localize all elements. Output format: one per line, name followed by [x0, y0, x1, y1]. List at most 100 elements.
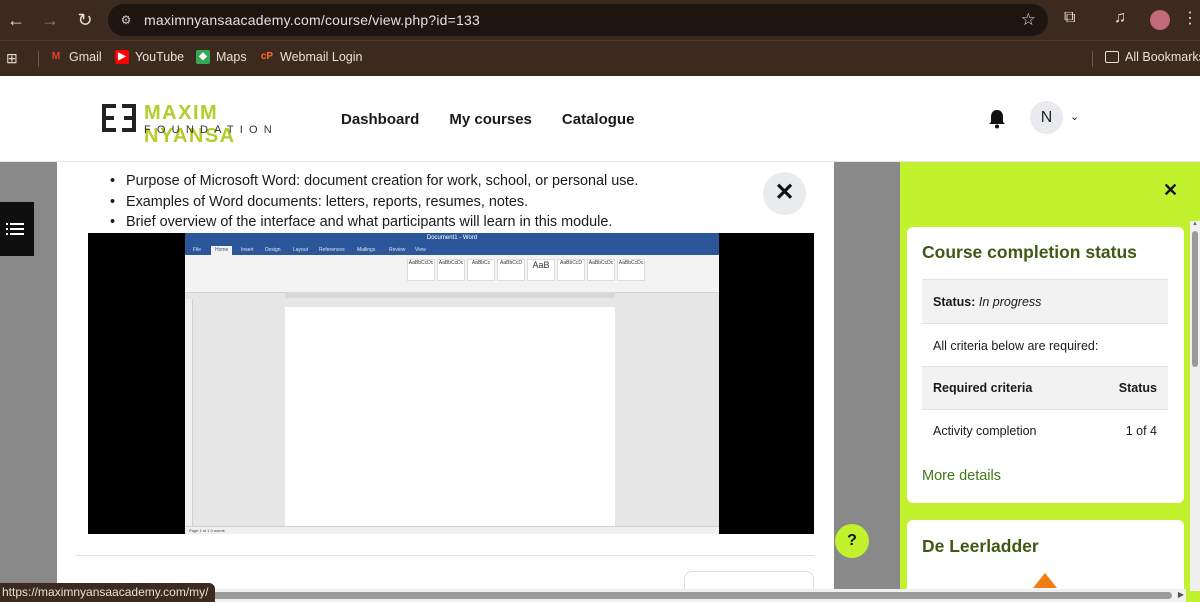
bookmark-label: Maps	[216, 50, 247, 64]
page-root: ← → ↻ ⚙ maximnyansaacademy.com/course/vi…	[0, 0, 1200, 602]
nav-catalogue[interactable]: Catalogue	[562, 111, 635, 128]
criteria-note-row: All criteria below are required:	[922, 323, 1168, 366]
word-titlebar: Document1 - Word	[185, 233, 719, 245]
youtube-icon: ▶	[115, 50, 129, 64]
bookmark-gmail[interactable]: M Gmail	[49, 50, 102, 64]
status-row: Status: In progress	[922, 279, 1168, 323]
all-bookmarks-button[interactable]: All Bookmarks	[1105, 50, 1200, 64]
chevron-down-icon[interactable]: ⌄	[1070, 110, 1079, 123]
user-avatar[interactable]: N	[1030, 101, 1063, 134]
word-style: AaBbCcDc	[437, 259, 465, 281]
word-statusbar: Page 1 of 1 0 words	[185, 526, 719, 534]
table-row: Activity completion 1 of 4	[922, 409, 1168, 452]
word-tab: Mailings	[357, 247, 376, 253]
link-status-bubble: https://maximnyansaacademy.com/my/	[0, 583, 215, 602]
media-control-icon[interactable]: ♫	[1114, 9, 1126, 27]
status-value: In progress	[978, 295, 1042, 309]
word-tab-active: Home	[211, 246, 233, 255]
bookmark-maps[interactable]: ◆ Maps	[196, 50, 247, 64]
reload-icon[interactable]: ↻	[73, 8, 97, 32]
maps-icon: ◆	[196, 50, 210, 64]
criteria-note: All criteria below are required:	[933, 339, 1099, 353]
list-item: Purpose of Microsoft Word: document crea…	[108, 171, 638, 192]
criteria-header-row: Required criteria Status	[922, 366, 1168, 409]
scroll-up-icon[interactable]: ▲	[1192, 221, 1198, 227]
profile-avatar[interactable]	[1150, 10, 1170, 30]
word-style: AaBbCcDc	[587, 259, 615, 281]
word-ruler	[285, 292, 615, 298]
close-button[interactable]: ✕	[763, 172, 806, 215]
bookmark-label: Webmail Login	[280, 50, 363, 64]
word-page	[285, 307, 615, 534]
more-details-link[interactable]: More details	[922, 468, 1001, 484]
scrollbar-thumb[interactable]	[1192, 231, 1198, 367]
site-logo[interactable]: MAXIM NYANSA FOUNDATION	[102, 102, 302, 147]
word-style: AaBbCcD	[497, 259, 525, 281]
word-screenshot: Document1 - Word File Home Insert Design…	[185, 233, 719, 534]
block-title: Course completion status	[922, 242, 1137, 262]
status-label: Status:	[933, 295, 976, 309]
criteria-header: Required criteria	[933, 381, 1033, 395]
word-tab: Design	[265, 247, 281, 253]
bookmark-label: Gmail	[69, 50, 102, 64]
bookmark-youtube[interactable]: ▶ YouTube	[115, 50, 184, 64]
bookmarks-divider	[1092, 51, 1093, 67]
apps-grid-icon[interactable]: ⊞	[6, 50, 18, 67]
word-style: AaBbCcD	[557, 259, 585, 281]
word-style: AaBbCcDc	[407, 259, 435, 281]
word-tab: Review	[389, 247, 406, 253]
list-item: Examples of Word documents: letters, rep…	[108, 192, 638, 213]
word-vertical-ruler	[185, 299, 193, 528]
scrollbar-thumb[interactable]	[206, 592, 1172, 599]
word-style: AaBbCc	[467, 259, 495, 281]
cpanel-icon: cP	[260, 51, 274, 62]
back-icon[interactable]: ←	[4, 8, 28, 32]
close-drawer-icon[interactable]: ✕	[1163, 180, 1178, 201]
horizontal-scrollbar[interactable]: ▶	[204, 589, 1186, 602]
bookmark-label: YouTube	[135, 50, 185, 64]
url-text[interactable]: maximnyansaacademy.com/course/view.php?i…	[144, 12, 480, 28]
logo-subtitle: FOUNDATION	[144, 124, 278, 136]
drawer-scrollbar[interactable]: ▲	[1190, 221, 1200, 591]
course-index-toggle[interactable]	[0, 202, 34, 256]
leerladder-triangle-icon	[1033, 573, 1057, 588]
status-header: Status	[1118, 381, 1157, 395]
nav-my-courses[interactable]: My courses	[449, 111, 532, 128]
word-tab: Layout	[293, 247, 309, 253]
lesson-bullet-list: Purpose of Microsoft Word: document crea…	[108, 171, 638, 233]
word-status-text: Page 1 of 1 0 words	[189, 528, 225, 533]
logo-mark-icon	[102, 104, 140, 132]
criteria-cell: Activity completion	[933, 424, 1037, 438]
site-header: MAXIM NYANSA FOUNDATION Dashboard My cou…	[0, 77, 1200, 162]
primary-navigation: Dashboard My courses Catalogue	[341, 111, 634, 128]
word-tab: File	[193, 247, 202, 253]
folder-icon	[1105, 51, 1119, 63]
video-player[interactable]: Document1 - Word File Home Insert Design…	[88, 233, 814, 534]
notification-bell-icon[interactable]	[988, 109, 1006, 129]
site-settings-icon[interactable]: ⚙	[118, 12, 134, 28]
extensions-icon[interactable]: ⧉	[1064, 9, 1075, 27]
help-button[interactable]: ?	[835, 524, 869, 558]
bookmark-star-icon[interactable]: ☆	[1021, 10, 1036, 30]
content-divider	[76, 555, 814, 556]
address-bar[interactable]: ⚙ maximnyansaacademy.com/course/view.php…	[108, 4, 1048, 36]
bookmarks-divider	[38, 51, 39, 67]
word-style: AaBbCcDc	[617, 259, 645, 281]
word-ribbon: AaBbCcDc AaBbCcDc AaBbCc AaBbCcD AaB AaB…	[185, 255, 719, 293]
block-title: De Leerladder	[922, 536, 1039, 556]
word-style: AaB	[527, 259, 555, 281]
all-bookmarks-label: All Bookmarks	[1125, 50, 1200, 64]
menu-icon[interactable]: ⋮	[1182, 8, 1198, 28]
gmail-icon: M	[51, 51, 61, 62]
word-ribbon-tabs: File Home Insert Design Layout Reference…	[185, 245, 719, 255]
bookmarks-bar: ⊞ M Gmail ▶ YouTube ◆ Maps cP Webmail Lo…	[0, 40, 1200, 76]
nav-dashboard[interactable]: Dashboard	[341, 111, 419, 128]
scroll-right-icon[interactable]: ▶	[1178, 590, 1184, 599]
word-tab: View	[415, 247, 426, 253]
forward-icon[interactable]: →	[38, 8, 62, 32]
word-tab: References	[319, 247, 345, 253]
status-cell: 1 of 4	[1125, 424, 1157, 438]
browser-toolbar: ← → ↻ ⚙ maximnyansaacademy.com/course/vi…	[0, 0, 1200, 40]
list-item: Brief overview of the interface and what…	[108, 212, 638, 233]
bookmark-webmail[interactable]: cP Webmail Login	[260, 50, 363, 64]
